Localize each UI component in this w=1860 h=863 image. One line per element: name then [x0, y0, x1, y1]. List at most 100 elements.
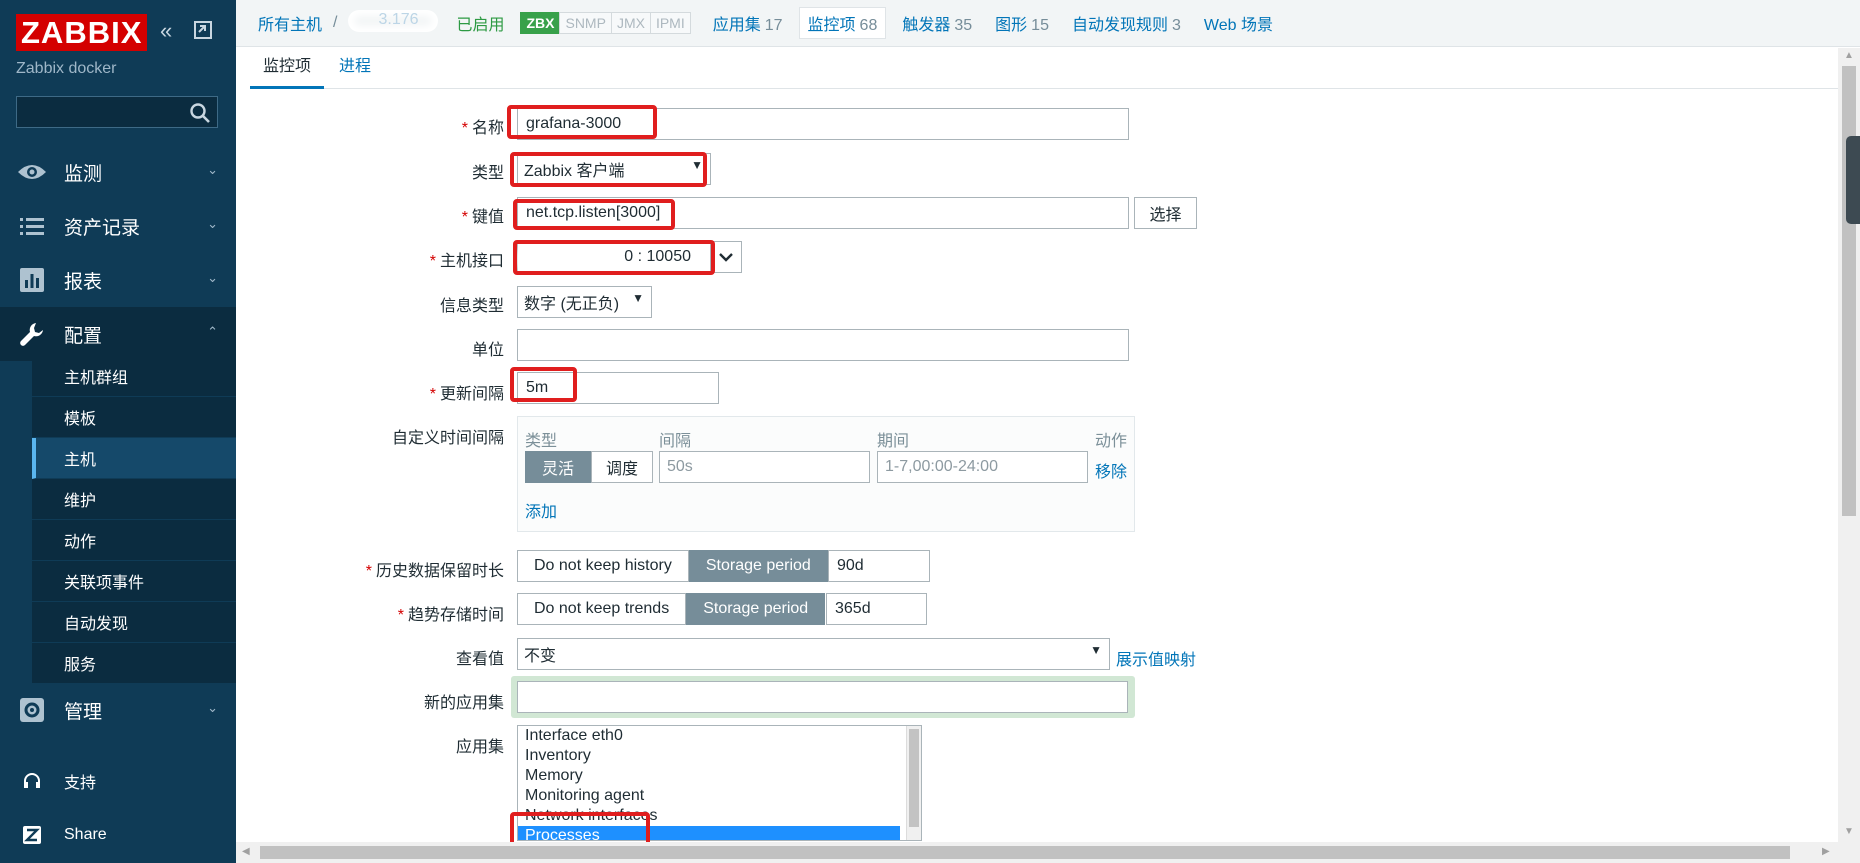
nav-applications-label[interactable]: 应用集: [713, 17, 761, 34]
nav-graphs-count: 15: [1031, 17, 1049, 34]
scroll-down-icon[interactable]: ▼: [1844, 826, 1854, 837]
units-label: 单位: [471, 342, 504, 359]
menu-monitoring[interactable]: 监测 ⌄: [0, 145, 236, 199]
support-link[interactable]: 支持: [0, 761, 236, 801]
show-value-mappings-link[interactable]: 展示值映射: [1116, 646, 1196, 670]
zabbix-share-icon: [0, 826, 64, 844]
nav-web-scenarios-label[interactable]: Web 场景: [1204, 17, 1273, 34]
history-storage-option[interactable]: Storage period: [688, 550, 828, 582]
menu-configuration[interactable]: 配置 ⌃: [0, 307, 236, 361]
vertical-scroll-thumb[interactable]: [1842, 66, 1856, 516]
app-option-selected[interactable]: Processes: [518, 826, 900, 840]
submenu-maintenance[interactable]: 维护: [32, 479, 236, 520]
collapse-sidebar-icon[interactable]: «: [160, 18, 172, 44]
search-icon[interactable]: [189, 102, 211, 129]
listbox-scrollbar[interactable]: [906, 726, 921, 840]
nav-items-label[interactable]: 监控项: [808, 17, 856, 34]
trends-label: * 趋势存储时间: [398, 601, 504, 625]
submenu-actions[interactable]: 动作: [32, 520, 236, 561]
remove-link[interactable]: 移除: [1095, 458, 1127, 482]
submenu-templates[interactable]: 模板: [32, 397, 236, 438]
custom-header-period: 期间: [877, 433, 910, 450]
nav-triggers[interactable]: 触发器 35: [902, 11, 972, 35]
search-input[interactable]: [17, 97, 193, 127]
nav-discovery-rules[interactable]: 自动发现规则 3: [1072, 11, 1181, 35]
nav-graphs-label[interactable]: 图形: [995, 17, 1027, 34]
listbox-scroll-thumb[interactable]: [909, 729, 919, 827]
tab-item[interactable]: 监控项: [250, 48, 325, 89]
select-key-button[interactable]: 选择: [1134, 197, 1197, 229]
nav-applications[interactable]: 应用集 17: [713, 11, 783, 35]
name-label: * 名称: [462, 114, 504, 138]
nav-applications-count: 17: [764, 17, 783, 34]
zabbix-logo[interactable]: ZABBIX: [16, 14, 148, 51]
submenu-discovery[interactable]: 自动发现: [32, 602, 236, 643]
page-horizontal-scrollbar[interactable]: ◀ ▶: [236, 842, 1860, 863]
scheduling-option[interactable]: 调度: [591, 451, 654, 483]
app-option[interactable]: Monitoring agent: [518, 786, 900, 806]
trends-no-keep-option[interactable]: Do not keep trends: [517, 593, 687, 625]
app-option[interactable]: Interface eth0: [518, 726, 900, 746]
headset-icon: [0, 772, 64, 790]
type-select[interactable]: Zabbix 客户端 ▼: [517, 153, 711, 185]
history-no-keep-option[interactable]: Do not keep history: [517, 550, 689, 582]
server-name: Zabbix docker: [16, 60, 117, 77]
share-link[interactable]: Share: [0, 815, 236, 855]
logo-row: ZABBIX: [16, 14, 148, 51]
add-link[interactable]: 添加: [525, 498, 557, 522]
required-marker: *: [461, 209, 468, 226]
menu-administration[interactable]: 管理 ⌄: [0, 683, 236, 737]
valuemap-select[interactable]: 不变 ▼: [517, 638, 1110, 670]
tab-process[interactable]: 进程: [339, 48, 371, 86]
app-option[interactable]: Memory: [518, 766, 900, 786]
scroll-up-icon[interactable]: ▲: [1844, 50, 1854, 61]
custom-period-field[interactable]: 1-7,00:00-24:00: [877, 451, 1088, 483]
type-label: 类型: [471, 165, 504, 182]
custom-interval-field[interactable]: 50s: [659, 451, 870, 483]
caret-down-icon: ▼: [632, 291, 644, 305]
nav-discovery-rules-count: 3: [1171, 17, 1181, 34]
chevron-down-icon: ⌄: [207, 216, 218, 231]
side-widget-handle[interactable]: [1846, 136, 1860, 224]
caret-down-icon: ▼: [1090, 643, 1102, 657]
app-option[interactable]: Inventory: [518, 746, 900, 766]
new-app-field[interactable]: [517, 681, 1128, 713]
submenu-host-groups[interactable]: 主机群组: [32, 356, 236, 397]
nav-graphs[interactable]: 图形 15: [995, 11, 1049, 35]
submenu-event-correlation[interactable]: 关联项事件: [32, 561, 236, 602]
applications-listbox[interactable]: Interface eth0 Inventory Memory Monitori…: [517, 725, 922, 841]
history-field[interactable]: [828, 550, 930, 582]
support-label: 支持: [64, 775, 97, 792]
host-name-tail: 3.176: [378, 10, 419, 28]
nav-triggers-label[interactable]: 触发器: [902, 17, 950, 34]
breadcrumb-host[interactable]: 3.176: [348, 9, 439, 37]
breadcrumb-all-hosts[interactable]: 所有主机: [258, 11, 322, 35]
units-field[interactable]: [517, 329, 1129, 361]
trends-field[interactable]: [826, 593, 927, 625]
nav-web-scenarios[interactable]: Web 场景: [1204, 11, 1273, 35]
kiosk-mode-icon[interactable]: [193, 20, 213, 46]
name-field[interactable]: [517, 108, 1129, 140]
trends-storage-option[interactable]: Storage period: [686, 593, 826, 625]
submenu-services[interactable]: 服务: [32, 643, 236, 684]
gear-icon: [0, 697, 64, 723]
flexible-option[interactable]: 灵活: [525, 451, 592, 483]
history-label-text: 历史数据保留时长: [375, 563, 504, 580]
nav-items[interactable]: 监控项 68: [798, 7, 887, 39]
info-type-select[interactable]: 数字 (无正负) ▼: [517, 286, 652, 318]
host-status[interactable]: 已启用: [456, 11, 504, 35]
scroll-right-icon[interactable]: ▶: [1822, 846, 1830, 857]
app-option[interactable]: Network interfaces: [518, 806, 900, 826]
share-label: Share: [64, 826, 107, 843]
menu-inventory[interactable]: 资产记录 ⌄: [0, 199, 236, 253]
key-field[interactable]: [517, 197, 1129, 229]
scroll-left-icon[interactable]: ◀: [242, 846, 250, 857]
trends-label-text: 趋势存储时间: [407, 607, 504, 624]
nav-discovery-rules-label[interactable]: 自动发现规则: [1072, 17, 1168, 34]
submenu-hosts[interactable]: 主机: [32, 438, 236, 479]
new-app-focus-ring: [511, 676, 1135, 718]
horizontal-scroll-thumb[interactable]: [260, 846, 1790, 859]
tag-zbx: ZBX: [520, 12, 561, 34]
interval-field[interactable]: [517, 372, 719, 404]
menu-reports[interactable]: 报表 ⌄: [0, 253, 236, 307]
